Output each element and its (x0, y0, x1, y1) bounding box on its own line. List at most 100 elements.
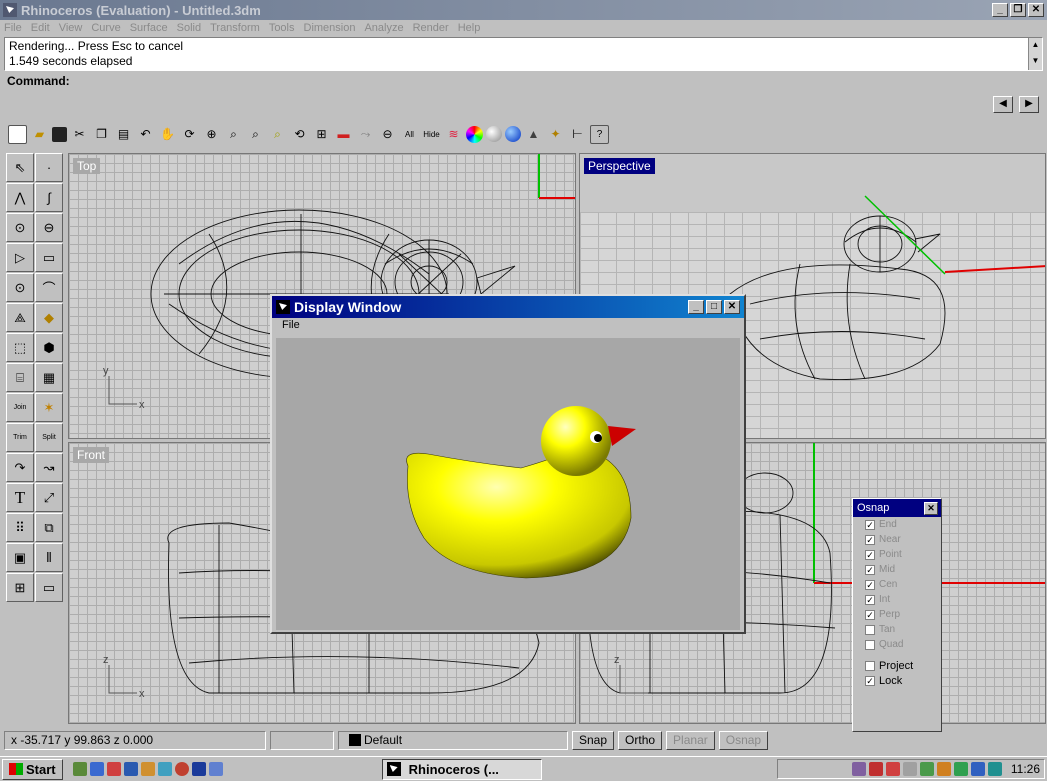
app-icon-4[interactable] (157, 762, 172, 776)
checkbox-icon[interactable]: ✓ (865, 519, 875, 530)
four-viewports-icon[interactable]: ⊞ (312, 125, 331, 144)
tray-icon-7[interactable] (970, 762, 985, 776)
scroll-up-icon[interactable]: ▲ (1029, 38, 1042, 54)
menu-file[interactable]: File (4, 22, 22, 34)
select-arrow-icon[interactable]: ⇖ (6, 153, 34, 182)
menu-view[interactable]: View (59, 22, 83, 34)
light-icon[interactable]: ▲ (524, 125, 543, 144)
menu-render[interactable]: Render (413, 22, 449, 34)
ellipse-icon[interactable]: ⊖ (35, 213, 63, 242)
fillet-icon[interactable]: ↷ (6, 453, 34, 482)
app-icon-6[interactable] (191, 762, 206, 776)
polygon-icon[interactable]: ▷ (6, 243, 34, 272)
start-button[interactable]: Start (2, 758, 63, 780)
menu-tools[interactable]: Tools (269, 22, 295, 34)
osnap-tan[interactable]: Tan (853, 622, 941, 637)
menu-curve[interactable]: Curve (91, 22, 120, 34)
layout-icon[interactable]: ▭ (35, 573, 63, 602)
network-icon[interactable] (987, 762, 1002, 776)
menu-solid[interactable]: Solid (177, 22, 201, 34)
transform-icon[interactable]: ⤢ (35, 483, 63, 512)
osnap-point[interactable]: ✓ Point (853, 547, 941, 562)
save-icon[interactable] (52, 126, 67, 142)
curve-icon[interactable]: ∫ (35, 183, 63, 212)
dw-menu-file[interactable]: File (282, 319, 300, 331)
box-icon[interactable]: ⬚ (6, 333, 34, 362)
checkbox-icon[interactable]: ✓ (865, 609, 875, 620)
new-file-icon[interactable] (8, 124, 27, 144)
array-icon[interactable]: ⠿ (6, 513, 34, 542)
dw-minimize-button[interactable]: _ (688, 300, 704, 314)
menu-transform[interactable]: Transform (210, 22, 260, 34)
osnap-end[interactable]: ✓ End (853, 517, 941, 532)
app-title-bar[interactable]: Rhinoceros (Evaluation) - Untitled.3dm _… (0, 0, 1047, 20)
cylinder-icon[interactable]: ⌸ (6, 363, 34, 392)
menu-surface[interactable]: Surface (130, 22, 168, 34)
show-all-button[interactable]: All (400, 125, 419, 144)
tray-icon-6[interactable] (953, 762, 968, 776)
chamfer-icon[interactable]: ↝ (35, 453, 63, 482)
point-icon[interactable]: · (35, 153, 63, 182)
checkbox-icon[interactable]: ✓ (865, 564, 875, 575)
menu-edit[interactable]: Edit (31, 22, 50, 34)
display-window[interactable]: Display Window _ □ ✕ File (270, 294, 746, 634)
osnap-int[interactable]: ✓ Int (853, 592, 941, 607)
planar-toggle[interactable]: Planar (666, 730, 715, 750)
tray-icon-1[interactable] (851, 762, 866, 776)
browser-icon[interactable] (89, 762, 104, 776)
color-wheel-icon[interactable] (466, 125, 483, 143)
taskbar-rhino-item[interactable]: Rhinoceros (... (381, 758, 542, 780)
tray-icon-4[interactable] (919, 762, 934, 776)
app-icon-2[interactable] (123, 762, 138, 776)
paste-icon[interactable]: ▤ (114, 125, 133, 144)
tray-icon-3[interactable] (885, 762, 900, 776)
hide-toggle-icon[interactable]: ⊖ (378, 125, 397, 144)
rotate-view-icon[interactable]: ⟳ (180, 125, 199, 144)
open-folder-icon[interactable]: ▰ (30, 125, 49, 144)
layer-selector[interactable]: Default (338, 730, 568, 750)
trim-button[interactable]: Trim (6, 423, 34, 452)
polyline-icon[interactable]: ⋀ (6, 183, 34, 212)
display-window-title-bar[interactable]: Display Window _ □ ✕ (272, 296, 744, 318)
zoom-selected-icon[interactable]: ⌕ (268, 125, 287, 144)
split-button[interactable]: Split (35, 423, 63, 452)
checkbox-icon[interactable]: ✓ (865, 579, 875, 590)
select-icon[interactable]: ⤳ (356, 125, 375, 144)
dw-close-button[interactable]: ✕ (724, 300, 740, 314)
app-icon-5[interactable] (174, 762, 189, 776)
checkbox-icon[interactable] (865, 624, 875, 635)
undo-icon[interactable]: ↶ (136, 125, 155, 144)
join-button[interactable]: Join (6, 393, 34, 422)
checkbox-icon[interactable]: ✓ (865, 534, 875, 545)
properties-icon[interactable]: ✦ (546, 125, 565, 144)
render-icon[interactable]: ▣ (6, 543, 34, 572)
explode-icon[interactable]: ✶ (35, 393, 63, 422)
menu-analyze[interactable]: Analyze (364, 22, 403, 34)
osnap-project[interactable]: Project (853, 658, 941, 673)
rhino-app-icon[interactable] (3, 3, 17, 17)
render-sphere-icon[interactable] (505, 126, 521, 142)
snap-toggle[interactable]: Snap (572, 730, 615, 750)
dimension-icon[interactable]: ⊢ (568, 125, 587, 144)
close-button[interactable]: ✕ (1028, 3, 1044, 17)
rectangle-icon[interactable]: ▭ (35, 243, 63, 272)
surface-tools-icon[interactable]: ◆ (35, 303, 63, 332)
app-icon-3[interactable] (140, 762, 155, 776)
dw-maximize-button[interactable]: □ (706, 300, 722, 314)
help-icon[interactable]: ? (590, 124, 609, 144)
shaded-sphere-icon[interactable] (486, 126, 502, 142)
zoom-extents-icon[interactable]: ⌕ (246, 125, 265, 144)
osnap-toggle[interactable]: Osnap (718, 730, 769, 750)
text-tool-button[interactable]: T (6, 483, 34, 512)
app-icon-1[interactable] (106, 762, 121, 776)
osnap-perp[interactable]: ✓ Perp (853, 607, 941, 622)
checkbox-icon[interactable]: ✓ (865, 549, 875, 560)
maximize-button[interactable]: ❐ (1010, 3, 1026, 17)
layers-icon[interactable]: ≋ (444, 125, 463, 144)
osnap-near[interactable]: ✓ Near (853, 532, 941, 547)
curve-arc-icon[interactable]: ⌒ (35, 273, 63, 302)
solid-icon[interactable]: ⬢ (35, 333, 63, 362)
scroll-down-icon[interactable]: ▼ (1029, 54, 1042, 70)
osnap-close-button[interactable]: ✕ (924, 501, 938, 515)
command-prev-button[interactable]: ◀ (993, 96, 1013, 113)
